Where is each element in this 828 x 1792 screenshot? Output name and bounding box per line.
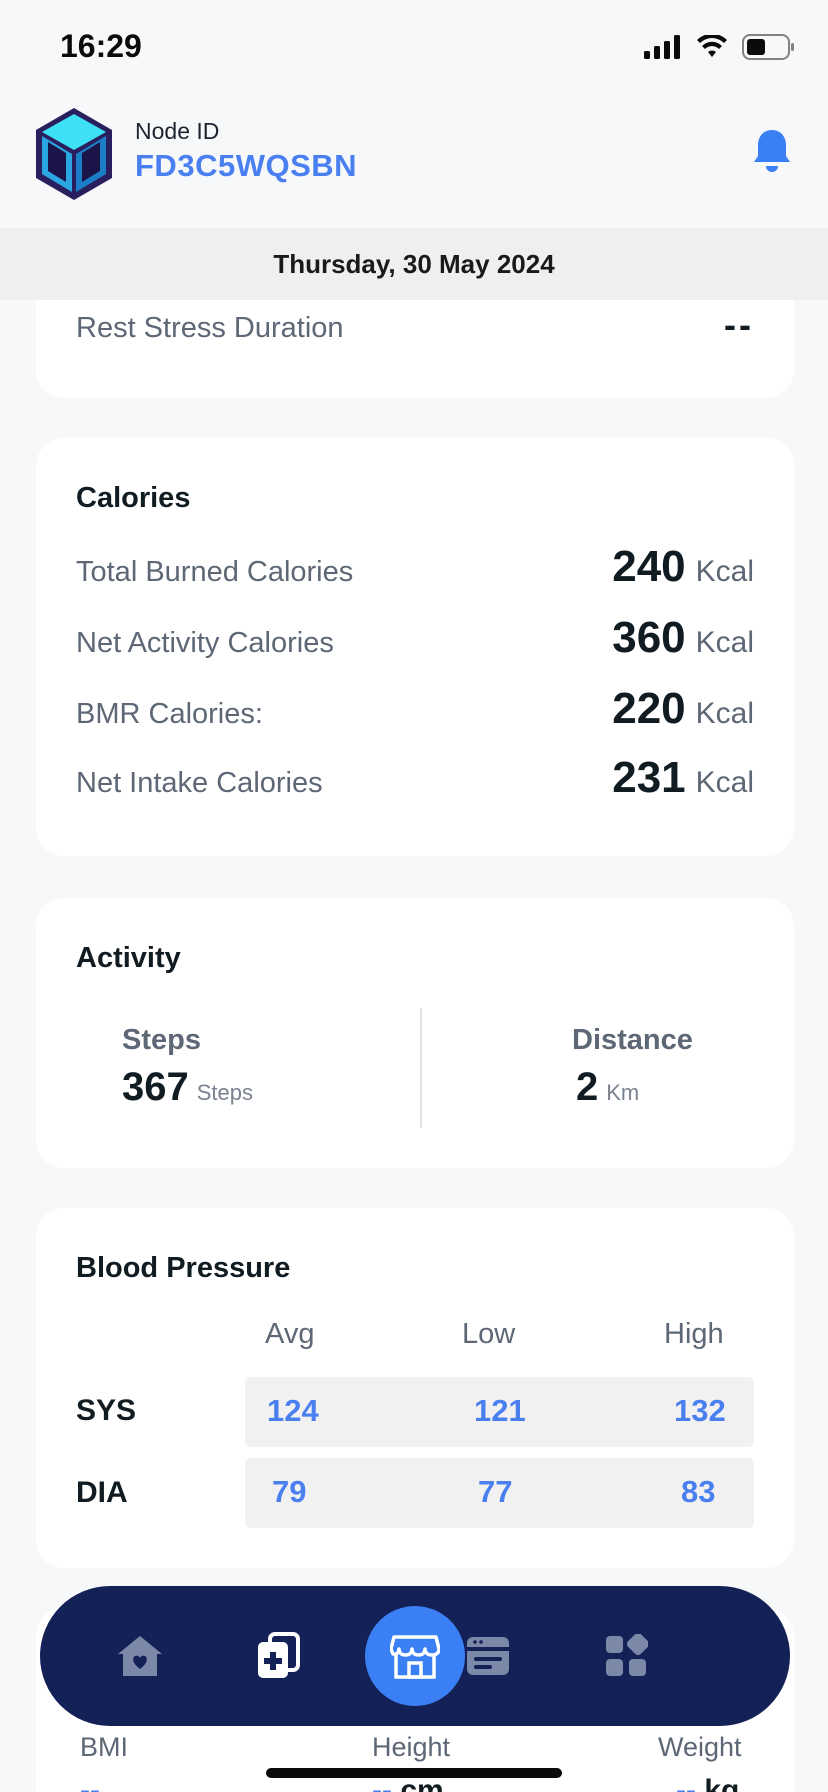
steps-block: Steps 367 Steps [122, 1024, 253, 1110]
cube-logo-icon [36, 108, 112, 200]
distance-label: Distance [572, 1024, 693, 1056]
calorie-row-net-intake: Net Intake Calories 231 Kcal [76, 753, 754, 809]
nav-apps[interactable] [592, 1622, 660, 1690]
calorie-row-label: BMR Calories: [76, 698, 263, 730]
bp-row-dia-label: DIA [76, 1476, 128, 1509]
rest-stress-duration-value: -- [724, 304, 754, 345]
node-id-label: Node ID [135, 118, 220, 144]
bp-column-high: High [664, 1318, 724, 1350]
weight-label: Weight [658, 1732, 742, 1762]
distance-unit: Km [606, 1080, 640, 1105]
bp-column-avg: Avg [265, 1318, 315, 1350]
nav-store[interactable] [365, 1606, 465, 1706]
cellular-signal-icon [644, 35, 680, 59]
steps-value: 367 [122, 1065, 189, 1109]
height-label: Height [372, 1732, 451, 1762]
weight-value: -- kg [676, 1774, 739, 1792]
steps-label: Steps [122, 1024, 201, 1056]
bottom-nav [40, 1586, 790, 1726]
bmi-value: -- [80, 1774, 100, 1792]
activity-title: Activity [76, 942, 181, 974]
calorie-row-label: Net Activity Calories [76, 627, 334, 659]
calories-card: Calories Total Burned Calories 240 Kcal … [36, 438, 794, 856]
calorie-row-unit: Kcal [695, 697, 754, 730]
activity-divider [420, 1008, 422, 1128]
calorie-row-net-activity: Net Activity Calories 360 Kcal [76, 613, 754, 669]
apps-grid-icon [606, 1634, 648, 1676]
calorie-row-value: 240 [612, 542, 686, 591]
blood-pressure-title: Blood Pressure [76, 1252, 291, 1284]
calories-title: Calories [76, 482, 191, 514]
nav-home[interactable] [106, 1622, 174, 1690]
bp-sys-low: 121 [474, 1393, 526, 1428]
date-bar[interactable]: Thursday, 30 May 2024 [0, 228, 828, 300]
status-icons [644, 34, 796, 60]
date-label: Thursday, 30 May 2024 [273, 248, 555, 279]
stress-card: Rest Stress Duration -- [36, 300, 794, 398]
status-time: 16:29 [60, 28, 142, 64]
weight-unit: kg [704, 1774, 740, 1792]
bp-row-sys: 124 121 132 [245, 1377, 754, 1447]
calorie-row-bmr: BMR Calories: 220 Kcal [76, 684, 754, 740]
calorie-row-value: 220 [612, 684, 686, 733]
calorie-row-unit: Kcal [695, 555, 754, 588]
bp-sys-avg: 124 [267, 1393, 319, 1428]
steps-unit: Steps [196, 1080, 254, 1105]
calorie-row-unit: Kcal [695, 766, 754, 799]
calorie-row-value: 360 [612, 613, 686, 662]
bp-dia-high: 83 [681, 1474, 716, 1509]
weight-number: -- [676, 1774, 696, 1792]
rest-stress-duration-label: Rest Stress Duration [76, 312, 344, 344]
bp-sys-high: 132 [674, 1393, 726, 1428]
nav-medical-records[interactable] [244, 1622, 312, 1690]
calorie-row-label: Total Burned Calories [76, 556, 354, 588]
bp-row-sys-label: SYS [76, 1394, 137, 1427]
nav-card[interactable] [454, 1622, 522, 1690]
distance-block: Distance 2 Km [572, 1024, 693, 1110]
calorie-row-value: 231 [612, 753, 686, 802]
blood-pressure-card: Blood Pressure Avg Low High SYS 124 121 … [36, 1208, 794, 1568]
calorie-row-unit: Kcal [695, 626, 754, 659]
wifi-icon [697, 35, 727, 57]
distance-value: 2 [576, 1065, 599, 1109]
bp-row-dia: 79 77 83 [245, 1458, 754, 1528]
status-bar: 16:29 [0, 0, 828, 96]
calorie-row-total-burned: Total Burned Calories 240 Kcal [76, 542, 754, 598]
activity-card: Activity Steps 367 Steps Distance 2 Km [36, 898, 794, 1168]
app-header: Node ID FD3C5WQSBN [0, 96, 828, 228]
bp-column-low: Low [462, 1318, 516, 1350]
bmi-label: BMI [80, 1732, 129, 1762]
notification-bell-icon[interactable] [752, 128, 792, 174]
home-indicator[interactable] [266, 1768, 562, 1778]
home-icon [118, 1636, 162, 1676]
bp-dia-avg: 79 [272, 1474, 307, 1509]
store-icon [390, 1635, 440, 1679]
calorie-row-label: Net Intake Calories [76, 767, 323, 799]
bp-dia-low: 77 [478, 1474, 513, 1509]
node-id-value[interactable]: FD3C5WQSBN [135, 148, 357, 184]
medical-records-icon [258, 1632, 300, 1678]
card-icon [467, 1637, 509, 1675]
battery-icon [742, 34, 794, 60]
